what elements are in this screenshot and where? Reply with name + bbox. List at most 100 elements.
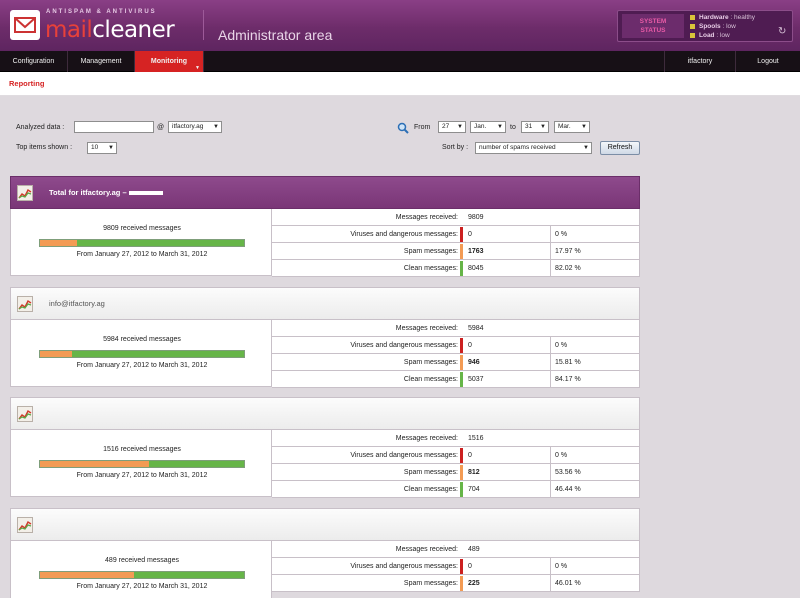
top-items-value: 10	[91, 144, 99, 151]
stats-table: Messages received: 5984 Viruses and danger…	[272, 320, 640, 388]
stat-value: 0	[468, 342, 472, 349]
stat-color-marker	[460, 338, 463, 353]
stat-value: 5037	[468, 376, 484, 383]
stat-color-marker	[460, 227, 463, 242]
chevron-down-icon: ▼	[195, 65, 200, 71]
stat-percent: 46.44 %	[550, 481, 640, 497]
stats-row-clean: Clean messages: 5037 84.17 %	[272, 371, 639, 388]
breadcrumb-reporting[interactable]: Reporting	[9, 79, 44, 88]
stat-label: Viruses and dangerous messages:	[350, 452, 458, 459]
spam-ratio-fill	[40, 351, 73, 357]
stats-table: Messages received: 489 Viruses and dangero…	[272, 541, 640, 592]
stat-value: 489	[468, 546, 480, 553]
stat-value: 0	[468, 231, 472, 238]
stat-percent: 0 %	[550, 447, 640, 463]
stat-value: 0	[468, 563, 472, 570]
from-day-value: 27	[442, 123, 450, 130]
stats-row-spam: Spam messages: 1763 17.97 %	[272, 243, 639, 260]
stats-row-viruses: Viruses and dangerous messages: 0 0 %	[272, 226, 639, 243]
redacted-mask	[128, 191, 163, 196]
stat-percent: 46.01 %	[550, 575, 640, 591]
chevron-down-icon: ▼	[457, 124, 463, 130]
stat-value: 5984	[468, 325, 484, 332]
status-dot-icon	[690, 14, 695, 20]
stats-row-received: Messages received: 1516	[272, 430, 639, 447]
domain-select[interactable]: itfactory.ag ▼	[168, 121, 222, 133]
status-value: low	[719, 32, 730, 39]
stat-percent: 17.97 %	[550, 243, 640, 259]
from-month-select[interactable]: Jan. ▼	[470, 121, 506, 133]
nav-logout[interactable]: Logout	[736, 51, 800, 72]
to-month-select[interactable]: Mar. ▼	[554, 121, 590, 133]
chart-icon	[17, 185, 33, 201]
status-label-line1: SYSTEM	[639, 18, 667, 25]
stat-value: 0	[468, 452, 472, 459]
stat-color-marker	[460, 244, 463, 259]
area-title: Administrator area	[218, 27, 333, 43]
panel-summary: 9809 received messages From January 27, …	[10, 209, 272, 276]
nav-management[interactable]: Management	[68, 51, 135, 72]
to-day-value: 31	[525, 123, 533, 130]
spam-ratio-bar	[39, 350, 245, 358]
received-summary: 1516 received messages	[103, 446, 181, 453]
sort-by-label: Sort by :	[442, 144, 469, 151]
nav-user[interactable]: itfactory	[664, 51, 736, 72]
spam-ratio-fill	[40, 572, 134, 578]
stat-label: Viruses and dangerous messages:	[350, 231, 458, 238]
system-status-panel: SYSTEM STATUS Hardware : healthy Spools …	[617, 10, 793, 42]
panel-title-text: info@itfactory.ag	[49, 299, 105, 308]
panel-header: Total for itfactory.ag –	[10, 176, 640, 209]
date-range: From January 27, 2012 to March 31, 2012	[76, 362, 208, 369]
stats-row-spam: Spam messages: 946 15.81 %	[272, 354, 639, 371]
received-summary: 489 received messages	[105, 557, 179, 564]
stat-value: 9809	[468, 214, 484, 221]
status-value: low	[726, 23, 736, 30]
stat-label: Viruses and dangerous messages:	[350, 342, 458, 349]
status-dot-icon	[690, 32, 695, 38]
mailcleaner-logo: ANTISPAM & ANTIVIRUS mailcleaner	[10, 8, 175, 44]
date-range: From January 27, 2012 to March 31, 2012	[76, 583, 208, 590]
stats-table: Messages received: 9809 Viruses and danger…	[272, 209, 640, 277]
stat-value: 704	[468, 486, 480, 493]
received-summary: 5984 received messages	[103, 336, 181, 343]
spam-ratio-bar	[39, 239, 245, 247]
panel-title-text: Total for itfactory.ag –	[49, 188, 127, 197]
stat-label: Spam messages:	[403, 359, 458, 366]
analyzed-data-input[interactable]	[74, 121, 154, 133]
stat-value: 946	[468, 359, 480, 366]
stat-label: Spam messages:	[403, 580, 458, 587]
status-load: Load : low	[690, 32, 730, 39]
spam-ratio-fill	[40, 240, 77, 246]
sort-by-select[interactable]: number of spams received ▼	[475, 142, 592, 154]
status-spools: Spools : low	[690, 23, 736, 30]
analyzed-data-label: Analyzed data :	[16, 124, 65, 131]
panel-summary: 1516 received messages From January 27, …	[10, 430, 272, 497]
top-items-select[interactable]: 10 ▼	[87, 142, 117, 154]
stat-percent: 84.17 %	[550, 371, 640, 387]
header-separator	[203, 10, 204, 40]
system-status-label: SYSTEM STATUS	[622, 14, 684, 38]
nav-monitoring-label: Monitoring	[150, 58, 188, 65]
status-name: Load	[699, 32, 715, 39]
stat-percent: 53.56 %	[550, 464, 640, 480]
status-value: healthy	[734, 14, 756, 21]
chart-icon	[17, 296, 33, 312]
stat-value: 812	[468, 469, 480, 476]
from-day-select[interactable]: 27 ▼	[438, 121, 466, 133]
nav-configuration[interactable]: Configuration	[0, 51, 68, 72]
stat-color-marker	[460, 465, 463, 480]
status-label-line2: STATUS	[640, 27, 666, 34]
to-day-select[interactable]: 31 ▼	[521, 121, 549, 133]
stat-value: 8045	[468, 265, 484, 272]
stats-row-clean: Clean messages: 8045 82.02 %	[272, 260, 639, 277]
refresh-button[interactable]: Refresh	[600, 141, 640, 155]
stat-percent: 0 %	[550, 337, 640, 353]
nav-monitoring[interactable]: Monitoring ▼	[135, 51, 204, 72]
stat-label: Viruses and dangerous messages:	[350, 563, 458, 570]
stat-percent: 0 %	[550, 558, 640, 574]
at-sign: @	[157, 124, 165, 131]
panel-title: Total for itfactory.ag –	[49, 188, 163, 197]
stat-percent: 0 %	[550, 226, 640, 242]
panel-header	[10, 397, 640, 430]
refresh-icon[interactable]: ↻	[778, 27, 788, 37]
